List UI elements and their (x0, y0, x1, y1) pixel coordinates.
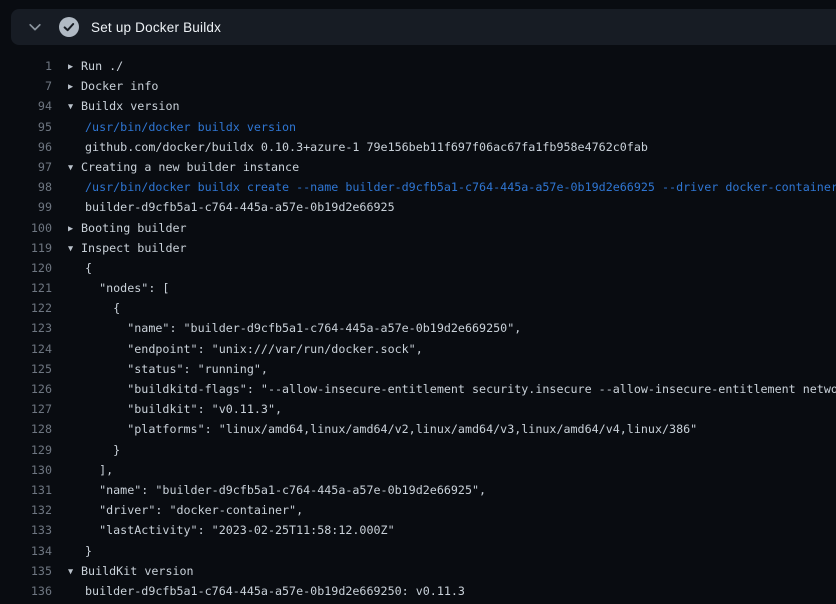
line-number[interactable]: 98 (0, 177, 52, 197)
log-text: Run ./ (81, 59, 123, 73)
line-number[interactable]: 134 (0, 541, 52, 561)
line-number[interactable]: 94 (0, 96, 52, 116)
log-text: /usr/bin/docker buildx create --name bui… (85, 180, 836, 194)
chevron-down-icon (28, 20, 42, 34)
log-text: "name": "builder-d9cfb5a1-c764-445a-a57e… (85, 321, 521, 335)
line-number[interactable]: 7 (0, 76, 52, 96)
log-text: /usr/bin/docker buildx version (85, 120, 296, 134)
line-number[interactable]: 129 (0, 440, 52, 460)
log-text: "buildkit": "v0.11.3", (85, 402, 282, 416)
log-line: 124 "endpoint": "unix:///var/run/docker.… (0, 339, 836, 359)
line-number[interactable]: 133 (0, 520, 52, 540)
log-line[interactable]: 119 ▼Inspect builder (0, 238, 836, 258)
triangle-down-icon: ▼ (68, 97, 81, 116)
line-number[interactable]: 120 (0, 258, 52, 278)
line-number[interactable]: 128 (0, 419, 52, 439)
line-number[interactable]: 123 (0, 318, 52, 338)
triangle-right-icon: ▶ (68, 77, 81, 96)
log-line: 122 { (0, 298, 836, 318)
log-text: builder-d9cfb5a1-c764-445a-a57e-0b19d2e6… (85, 584, 465, 598)
line-number[interactable]: 135 (0, 561, 52, 581)
line-number[interactable]: 127 (0, 399, 52, 419)
triangle-down-icon: ▼ (68, 239, 81, 258)
log-text: Inspect builder (81, 241, 187, 255)
log-line[interactable]: 100 ▶Booting builder (0, 218, 836, 238)
log-line: 127 "buildkit": "v0.11.3", (0, 399, 836, 419)
log-text: "name": "builder-d9cfb5a1-c764-445a-a57e… (85, 483, 486, 497)
line-number[interactable]: 125 (0, 359, 52, 379)
line-number[interactable]: 121 (0, 278, 52, 298)
log-line: 120 { (0, 258, 836, 278)
log-line: 136 builder-d9cfb5a1-c764-445a-a57e-0b19… (0, 581, 836, 601)
line-number[interactable]: 96 (0, 137, 52, 157)
log-text: builder-d9cfb5a1-c764-445a-a57e-0b19d2e6… (85, 200, 395, 214)
log-line: 121 "nodes": [ (0, 278, 836, 298)
log-line[interactable]: 1 ▶Run ./ (0, 56, 836, 76)
triangle-right-icon: ▶ (68, 57, 81, 76)
step-title: Set up Docker Buildx (91, 20, 221, 35)
log-text: "endpoint": "unix:///var/run/docker.sock… (85, 342, 423, 356)
log-text: Docker info (81, 79, 158, 93)
line-number[interactable]: 119 (0, 238, 52, 258)
triangle-down-icon: ▼ (68, 562, 81, 581)
line-number[interactable]: 100 (0, 218, 52, 238)
line-number[interactable]: 1 (0, 56, 52, 76)
log-line: 99 builder-d9cfb5a1-c764-445a-a57e-0b19d… (0, 197, 836, 217)
log-line[interactable]: 97 ▼Creating a new builder instance (0, 157, 836, 177)
log-line: 128 "platforms": "linux/amd64,linux/amd6… (0, 419, 836, 439)
triangle-right-icon: ▶ (68, 219, 81, 238)
log-text: "driver": "docker-container", (85, 503, 303, 517)
log-text: Buildx version (81, 99, 180, 113)
log-text: "platforms": "linux/amd64,linux/amd64/v2… (85, 422, 697, 436)
log-text: BuildKit version (81, 564, 194, 578)
log-viewer[interactable]: 1 ▶Run ./ 7 ▶Docker info 94 ▼Buildx vers… (0, 44, 836, 604)
log-line: 98 /usr/bin/docker buildx create --name … (0, 177, 836, 197)
log-line: 134 } (0, 541, 836, 561)
log-line[interactable]: 135 ▼BuildKit version (0, 561, 836, 581)
line-number[interactable]: 99 (0, 197, 52, 217)
triangle-down-icon: ▼ (68, 158, 81, 177)
log-text: github.com/docker/buildx 0.10.3+azure-1 … (85, 140, 648, 154)
log-text: Booting builder (81, 221, 187, 235)
log-line[interactable]: 94 ▼Buildx version (0, 96, 836, 116)
line-number[interactable]: 124 (0, 339, 52, 359)
log-text: { (85, 261, 92, 275)
log-text: "lastActivity": "2023-02-25T11:58:12.000… (85, 523, 395, 537)
log-line: 126 "buildkitd-flags": "--allow-insecure… (0, 379, 836, 399)
log-line: 133 "lastActivity": "2023-02-25T11:58:12… (0, 520, 836, 540)
log-text: } (85, 443, 120, 457)
line-number[interactable]: 131 (0, 480, 52, 500)
line-number[interactable]: 136 (0, 581, 52, 601)
log-line: 95 /usr/bin/docker buildx version (0, 117, 836, 137)
log-text: Creating a new builder instance (81, 160, 299, 174)
log-line: 131 "name": "builder-d9cfb5a1-c764-445a-… (0, 480, 836, 500)
log-line[interactable]: 7 ▶Docker info (0, 76, 836, 96)
log-text: "status": "running", (85, 362, 268, 376)
log-text: } (85, 544, 92, 558)
line-number[interactable]: 132 (0, 500, 52, 520)
line-number[interactable]: 126 (0, 379, 52, 399)
log-line: 125 "status": "running", (0, 359, 836, 379)
log-text: "buildkitd-flags": "--allow-insecure-ent… (85, 382, 836, 396)
check-circle-icon (59, 17, 79, 37)
log-line: 132 "driver": "docker-container", (0, 500, 836, 520)
log-text: ], (85, 463, 113, 477)
line-number[interactable]: 130 (0, 460, 52, 480)
log-line: 130 ], (0, 460, 836, 480)
step-header: Set up Docker Buildx (11, 9, 836, 45)
collapse-step-button[interactable] (21, 13, 49, 41)
line-number[interactable]: 97 (0, 157, 52, 177)
log-text: "nodes": [ (85, 281, 169, 295)
log-line: 123 "name": "builder-d9cfb5a1-c764-445a-… (0, 318, 836, 338)
line-number[interactable]: 95 (0, 117, 52, 137)
log-text: { (85, 301, 120, 315)
line-number[interactable]: 122 (0, 298, 52, 318)
log-line: 96 github.com/docker/buildx 0.10.3+azure… (0, 137, 836, 157)
log-line: 129 } (0, 440, 836, 460)
